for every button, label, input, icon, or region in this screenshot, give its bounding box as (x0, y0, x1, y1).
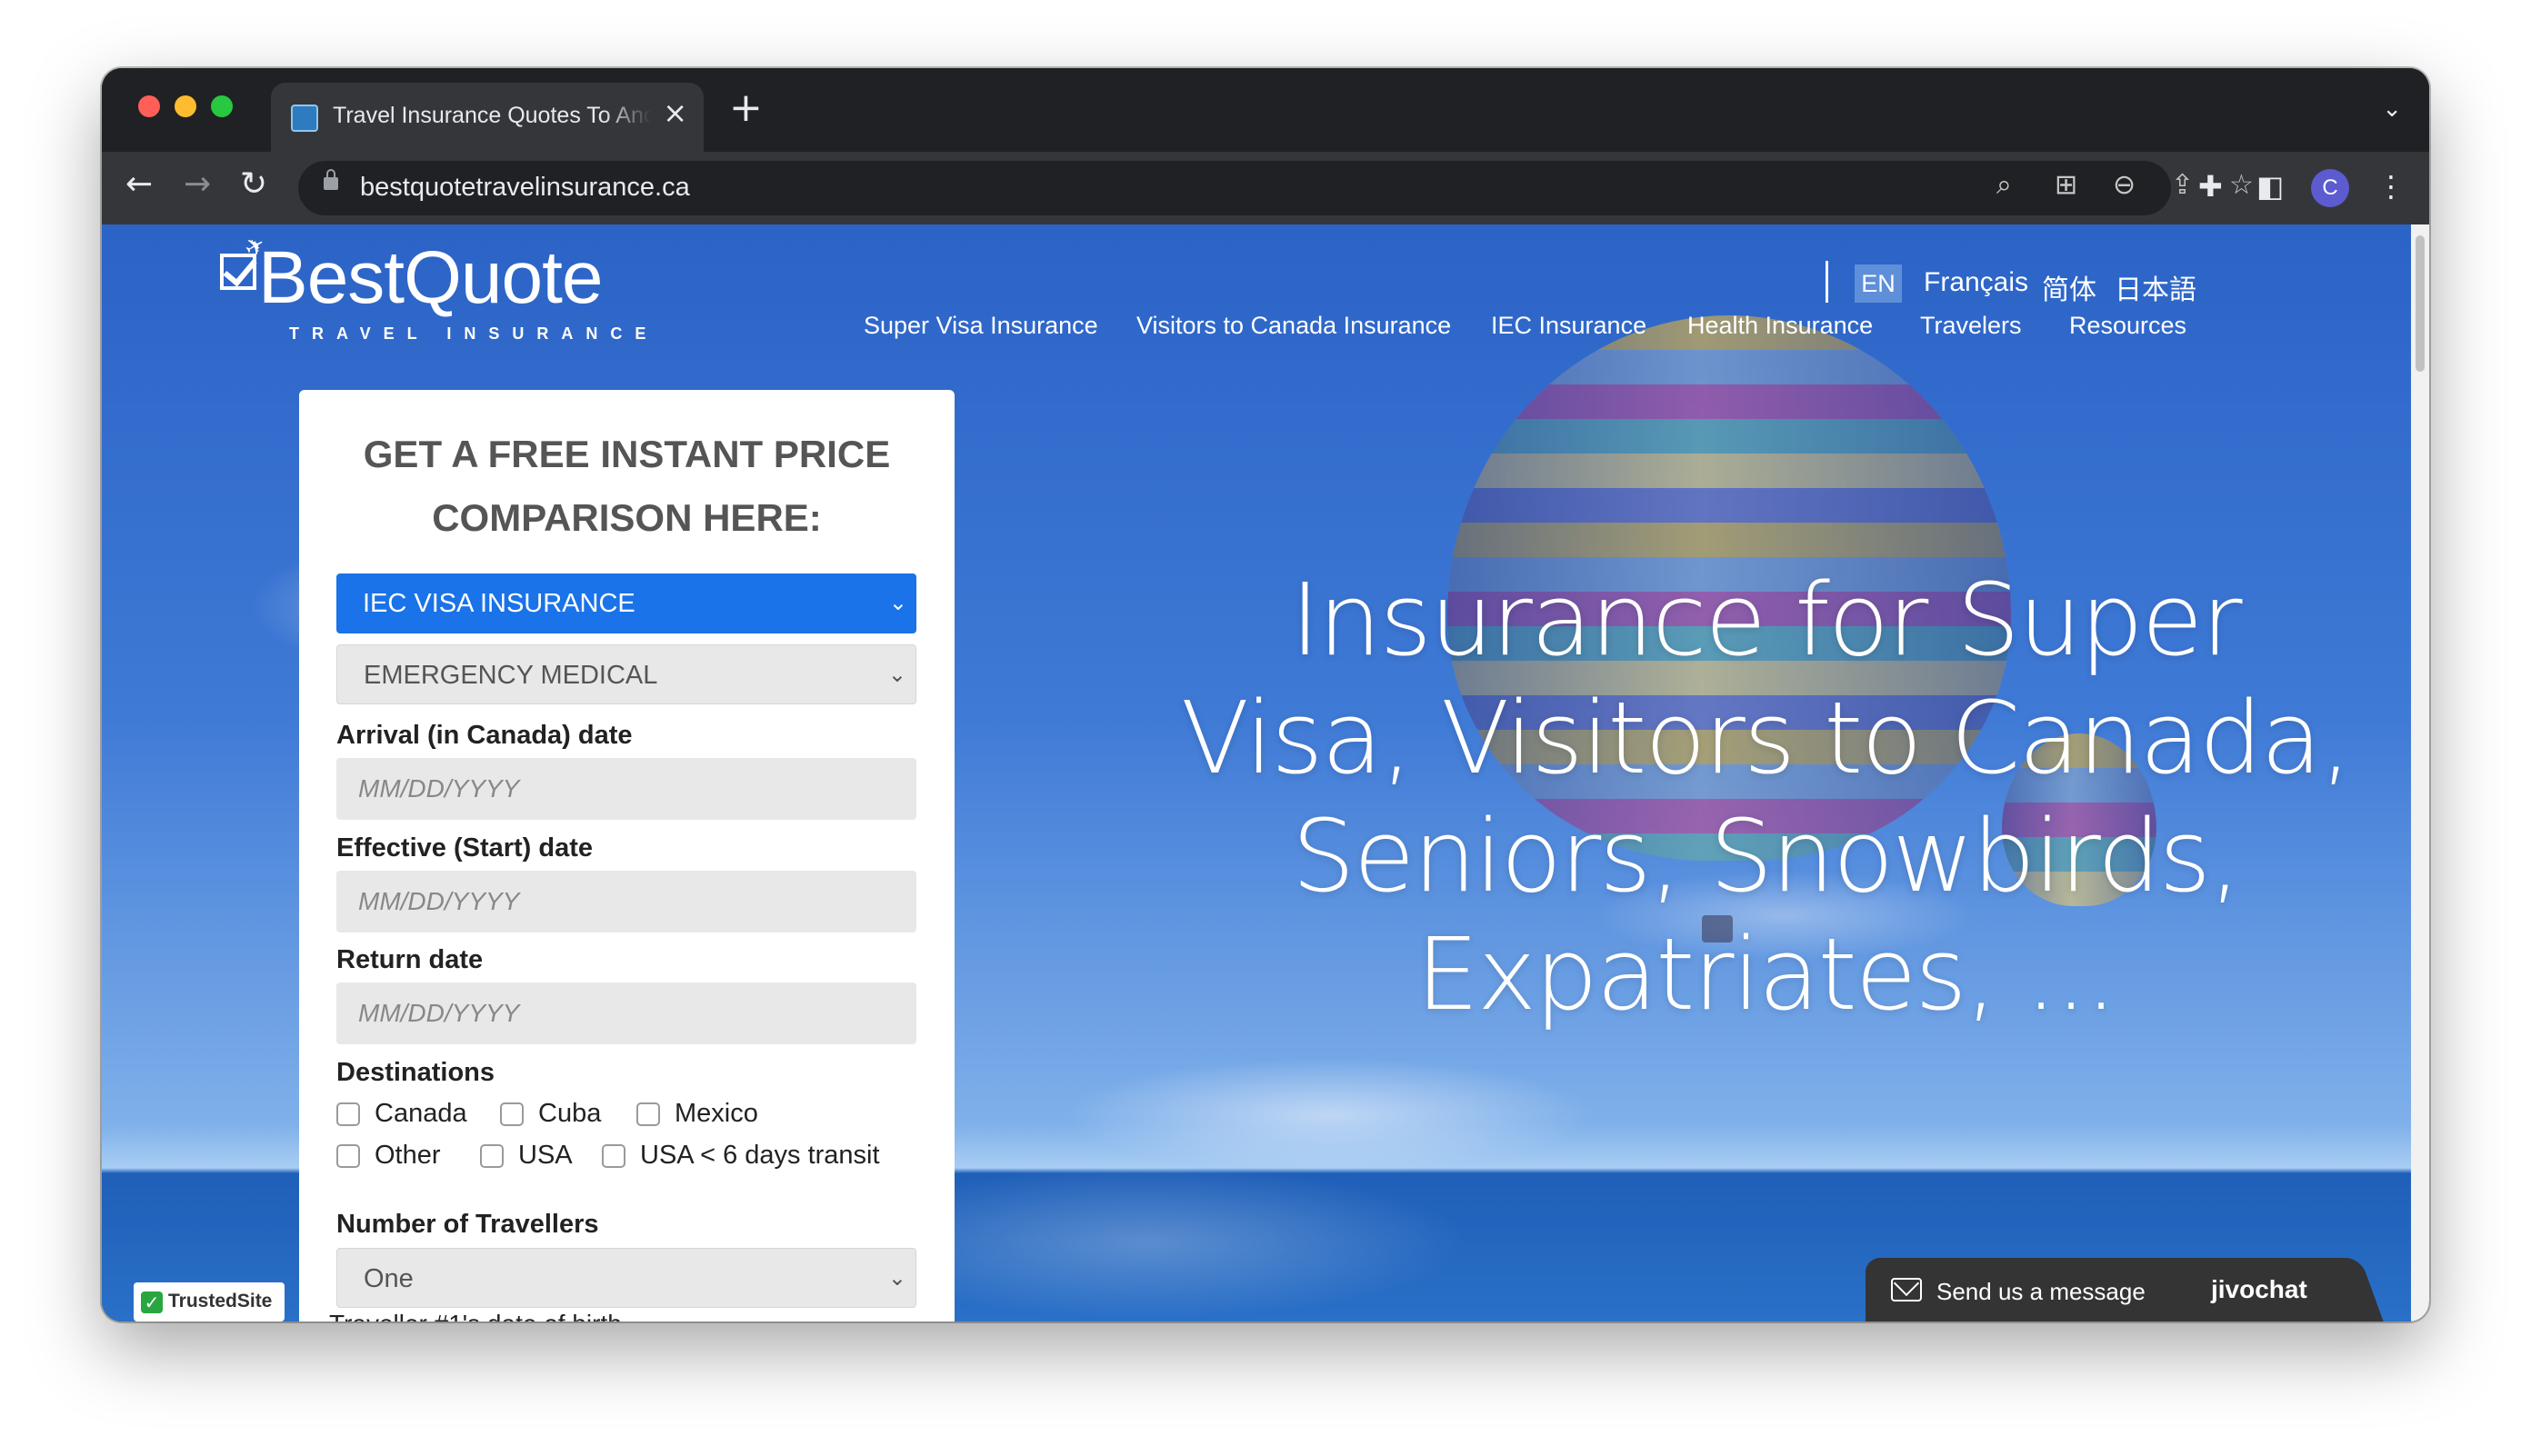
tab-close-icon[interactable]: × (663, 95, 687, 130)
travellers-value: One (364, 1264, 414, 1293)
forward-arrow-icon[interactable]: → (184, 168, 211, 201)
destination-usa-checkbox[interactable] (480, 1144, 504, 1168)
destination-mexico-label[interactable]: Mexico (675, 1099, 758, 1129)
traveller-dob-label: Traveller #1's date of birth (329, 1310, 622, 1321)
hero-headline: Insurance for Super Visa, Visitors to Ca… (1102, 561, 2411, 1033)
browser-toolbar: ← → ↻ bestquotetravelinsurance.ca ⌕ ⊞ ⊖ … (102, 152, 2429, 224)
page-viewport: ✈ BestQuote TRAVEL INSURANCE EN Français… (102, 224, 2411, 1321)
destination-usa-label[interactable]: USA (518, 1141, 573, 1171)
insurance-type-select[interactable]: IEC VISA INSURANCE ⌄ (336, 573, 916, 633)
effective-date-label: Effective (Start) date (336, 833, 594, 863)
close-window-button[interactable] (138, 95, 160, 117)
share-icon[interactable]: ⇪ (2171, 172, 2194, 199)
language-separator (1826, 261, 1828, 303)
zoom-icon[interactable]: ⊖ (2113, 172, 2136, 199)
extensions-puzzle-icon[interactable]: ✚ (2198, 172, 2223, 201)
browser-tab-active[interactable]: Travel Insurance Quotes To Anc × (271, 83, 704, 152)
chat-widget-tab (2324, 1258, 2386, 1321)
logo-subtitle: TRAVEL INSURANCE (289, 324, 659, 343)
destination-other-label[interactable]: Other (375, 1141, 441, 1171)
url-text[interactable]: bestquotetravelinsurance.ca (360, 173, 690, 203)
destination-canada-label[interactable]: Canada (375, 1099, 467, 1129)
nav-super-visa[interactable]: Super Visa Insurance (864, 312, 1098, 340)
tab-title: Travel Insurance Quotes To Anc (333, 103, 651, 128)
scrollbar-thumb[interactable] (2416, 235, 2425, 372)
site-favicon-icon (291, 105, 318, 132)
destination-canada-checkbox[interactable] (336, 1102, 360, 1126)
nav-resources[interactable]: Resources (2069, 312, 2186, 340)
search-icon[interactable]: ⌕ (1996, 172, 2012, 199)
trustedsite-label: TrustedSite (168, 1291, 273, 1311)
form-heading-line1: GET A FREE INSTANT PRICE (363, 433, 891, 475)
tab-strip: Travel Insurance Quotes To Anc × + ⌄ (102, 68, 2429, 152)
more-menu-icon[interactable]: ⋮ (2376, 172, 2406, 201)
browser-window: Travel Insurance Quotes To Anc × + ⌄ ← →… (102, 68, 2429, 1321)
language-french-link[interactable]: Français (1924, 267, 2028, 298)
profile-avatar[interactable]: C (2311, 169, 2349, 207)
destination-usa-transit-checkbox[interactable] (602, 1144, 625, 1168)
chevron-down-icon: ⌄ (887, 663, 906, 687)
insurance-type-value: IEC VISA INSURANCE (363, 589, 635, 618)
address-bar[interactable]: bestquotetravelinsurance.ca ⌕ ⊞ ⊖ ⇪ ☆ (298, 161, 2254, 215)
arrival-date-label: Arrival (in Canada) date (336, 721, 633, 750)
checkmark-icon: ✓ (141, 1291, 163, 1313)
lock-icon[interactable] (324, 169, 338, 190)
form-heading: GET A FREE INSTANT PRICE COMPARISON HERE… (299, 423, 955, 550)
nav-travelers[interactable]: Travelers (1920, 312, 2022, 340)
trustedsite-badge[interactable]: ✓ TrustedSite (134, 1282, 285, 1321)
site-logo[interactable]: ✈ BestQuote TRAVEL INSURANCE (220, 231, 645, 343)
travellers-select[interactable]: One ⌄ (336, 1248, 916, 1308)
effective-date-input[interactable]: MM/DD/YYYY (336, 871, 916, 932)
reload-icon[interactable]: ↻ (240, 168, 267, 201)
envelope-icon (1891, 1278, 1922, 1301)
hero-line-1: Insurance for Super (1290, 562, 2242, 678)
minimize-window-button[interactable] (175, 95, 196, 117)
chevron-down-icon: ⌄ (888, 591, 907, 615)
jivochat-logo: jivochat (2211, 1275, 2307, 1303)
bookmark-star-icon[interactable]: ☆ (2229, 172, 2254, 199)
coverage-type-select[interactable]: EMERGENCY MEDICAL ⌄ (336, 644, 916, 704)
side-panel-icon[interactable]: ◧ (2256, 172, 2284, 201)
language-chinese-link[interactable]: 简体 (2042, 267, 2096, 307)
destinations-label: Destinations (336, 1058, 495, 1087)
travellers-label: Number of Travellers (336, 1210, 599, 1239)
translate-icon[interactable]: ⊞ (2055, 172, 2077, 199)
destination-usa-transit-label[interactable]: USA < 6 days transit (640, 1141, 880, 1171)
page-scrollbar[interactable] (2411, 224, 2429, 1321)
nav-iec-insurance[interactable]: IEC Insurance (1491, 312, 1646, 340)
maximize-window-button[interactable] (211, 95, 233, 117)
destination-cuba-checkbox[interactable] (500, 1102, 524, 1126)
tab-search-chevron-icon[interactable]: ⌄ (2382, 95, 2402, 123)
form-heading-line2: COMPARISON HERE: (432, 496, 822, 539)
quote-form: GET A FREE INSTANT PRICE COMPARISON HERE… (299, 390, 955, 1321)
hero-line-3: Seniors, Snowbirds, (1291, 798, 2241, 914)
language-en-button[interactable]: EN (1855, 264, 1902, 303)
hero-line-2: Visa, Visitors to Canada, (1180, 680, 2352, 796)
chat-message-label[interactable]: Send us a message (1936, 1278, 2146, 1306)
logo-text: BestQuote (258, 236, 603, 319)
destination-cuba-label[interactable]: Cuba (538, 1099, 601, 1129)
nav-health-insurance[interactable]: Health Insurance (1687, 312, 1873, 340)
coverage-type-value: EMERGENCY MEDICAL (364, 661, 658, 690)
destination-other-checkbox[interactable] (336, 1144, 360, 1168)
language-japanese-link[interactable]: 日本語 (2115, 267, 2196, 307)
return-date-label: Return date (336, 945, 484, 974)
back-arrow-icon[interactable]: ← (125, 168, 153, 201)
return-date-input[interactable]: MM/DD/YYYY (336, 982, 916, 1044)
new-tab-icon[interactable]: + (729, 88, 763, 128)
chat-widget[interactable]: Send us a message jivochat (1866, 1258, 2386, 1321)
chevron-down-icon: ⌄ (887, 1266, 906, 1291)
nav-visitors-canada[interactable]: Visitors to Canada Insurance (1136, 312, 1451, 340)
hero-line-4: Expatriates, ... (1416, 916, 2116, 1032)
destination-mexico-checkbox[interactable] (636, 1102, 660, 1126)
arrival-date-input[interactable]: MM/DD/YYYY (336, 758, 916, 820)
